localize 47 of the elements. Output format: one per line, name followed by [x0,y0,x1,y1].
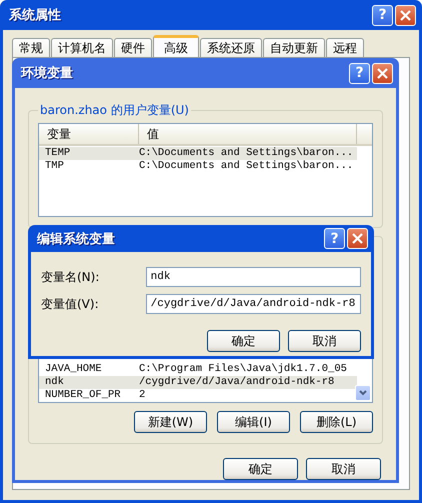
list-row[interactable]: TEMP C:\Documents and Settings\baron... [39,147,357,160]
list-row[interactable]: TMP C:\Documents and Settings\baron... [39,160,357,173]
tab[interactable]: 常规 [12,38,50,57]
close-icon [352,233,363,244]
window-title: 编辑系统变量 [37,230,116,248]
dialog-button[interactable]: 编辑(I) [217,411,290,433]
variable-name: TEMP [44,147,72,160]
list-row[interactable]: ndk /cygdrive/d/Java/android-ndk-r8 [39,376,357,389]
close-button[interactable] [347,228,368,249]
variable-value: C:\Documents and Settings\baron... [139,160,354,173]
field-label: 变量值(V): [41,296,100,312]
tab[interactable]: 自动更新 [263,38,325,57]
dialog-button[interactable]: 取消 [288,330,361,352]
dialog-button[interactable]: 确定 [223,458,298,480]
dialog-button[interactable]: 新建(W) [134,411,207,433]
close-icon [377,68,388,78]
close-icon [400,10,411,20]
variable-value: /cygdrive/d/Java/android-ndk-r8 [139,376,336,389]
dialog-button[interactable]: 删除(L) [300,411,373,433]
tab[interactable]: 计算机名 [51,38,113,57]
tab[interactable]: 系统还原 [200,38,262,57]
field-label: 变量名(N): [41,268,100,286]
dialog-button[interactable]: 确定 [207,330,280,352]
chevron-down-icon [359,390,367,396]
column-header[interactable]: 变量 [39,124,139,144]
text-field[interactable]: ndk [146,267,361,287]
list-row[interactable]: NUMBER_OF_PR 2 [39,389,357,402]
column-header[interactable]: 值 [139,124,357,144]
close-button[interactable] [395,4,416,26]
window-title: 环境变量 [21,64,74,82]
text-field[interactable]: /cygdrive/d/Java/android-ndk-r8 [146,294,361,314]
variable-value: C:\Program Files\Java\jdk1.7.0_05 [139,363,348,376]
group-label: baron.zhao 的用户变量(U) [39,102,190,119]
variable-name: ndk [44,376,65,389]
window-title: 系统属性 [9,6,62,24]
close-button[interactable] [372,62,393,84]
variable-name: JAVA_HOME [44,363,103,376]
dialog-button[interactable]: 取消 [306,458,381,480]
variable-value: C:\Documents and Settings\baron... [139,147,354,160]
list-row[interactable]: JAVA_HOME C:\Program Files\Java\jdk1.7.0_05 [39,363,357,376]
variable-value: 2 [139,389,146,402]
scroll-down-button[interactable] [355,385,371,401]
tab[interactable]: 远程 [326,38,364,57]
tab[interactable]: 高级 [153,35,199,57]
variable-name: NUMBER_OF_PR [44,389,122,402]
tab[interactable]: 硬件 [114,38,152,57]
variable-name: TMP [44,160,65,173]
